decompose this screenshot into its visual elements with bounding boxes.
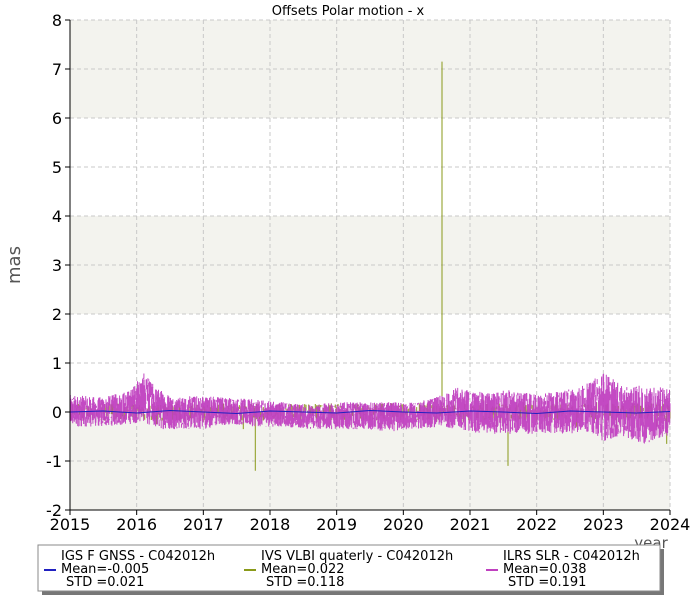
legend: IGS F GNSS - C042012hMean=-0.005STD =0.0… [37, 544, 664, 595]
legend-std: STD =0.118 [266, 575, 344, 590]
y-tick-label: 0 [52, 403, 62, 422]
x-tick-label: 2024 [650, 515, 691, 534]
y-tick-label: 1 [52, 354, 62, 373]
x-tick-label: 2019 [316, 515, 357, 534]
y-axis-label: mas [4, 246, 25, 284]
x-tick-label: 2021 [450, 515, 491, 534]
x-tick-label: 2020 [383, 515, 424, 534]
chart-title: Offsets Polar motion - x [272, 4, 425, 19]
y-tick-label: 4 [52, 207, 62, 226]
plot-band [70, 20, 670, 69]
plot-band [70, 118, 670, 167]
x-tick-label: 2023 [583, 515, 624, 534]
y-tick-label: 3 [52, 256, 62, 275]
x-tick-label: 2015 [50, 515, 91, 534]
x-tick-label: 2017 [183, 515, 224, 534]
y-tick-label: 5 [52, 158, 62, 177]
x-tick-label: 2022 [516, 515, 557, 534]
plot-band [70, 167, 670, 216]
y-tick-label: 2 [52, 305, 62, 324]
plot-band [70, 216, 670, 265]
y-tick-label: -1 [46, 452, 62, 471]
x-tick-label: 2018 [250, 515, 291, 534]
y-tick-label: 6 [52, 109, 62, 128]
plot-band [70, 265, 670, 314]
legend-std: STD =0.191 [508, 575, 586, 590]
plot-band [70, 314, 670, 363]
x-tick-label: 2016 [116, 515, 157, 534]
chart: -2-10123456782015 2016 2017 2018 2019 2020 202… [4, 4, 691, 595]
y-tick-label: 8 [52, 11, 62, 30]
legend-std: STD =0.021 [66, 575, 144, 590]
y-tick-label: 7 [52, 60, 62, 79]
plot-band [70, 69, 670, 118]
plot-band [70, 461, 670, 510]
